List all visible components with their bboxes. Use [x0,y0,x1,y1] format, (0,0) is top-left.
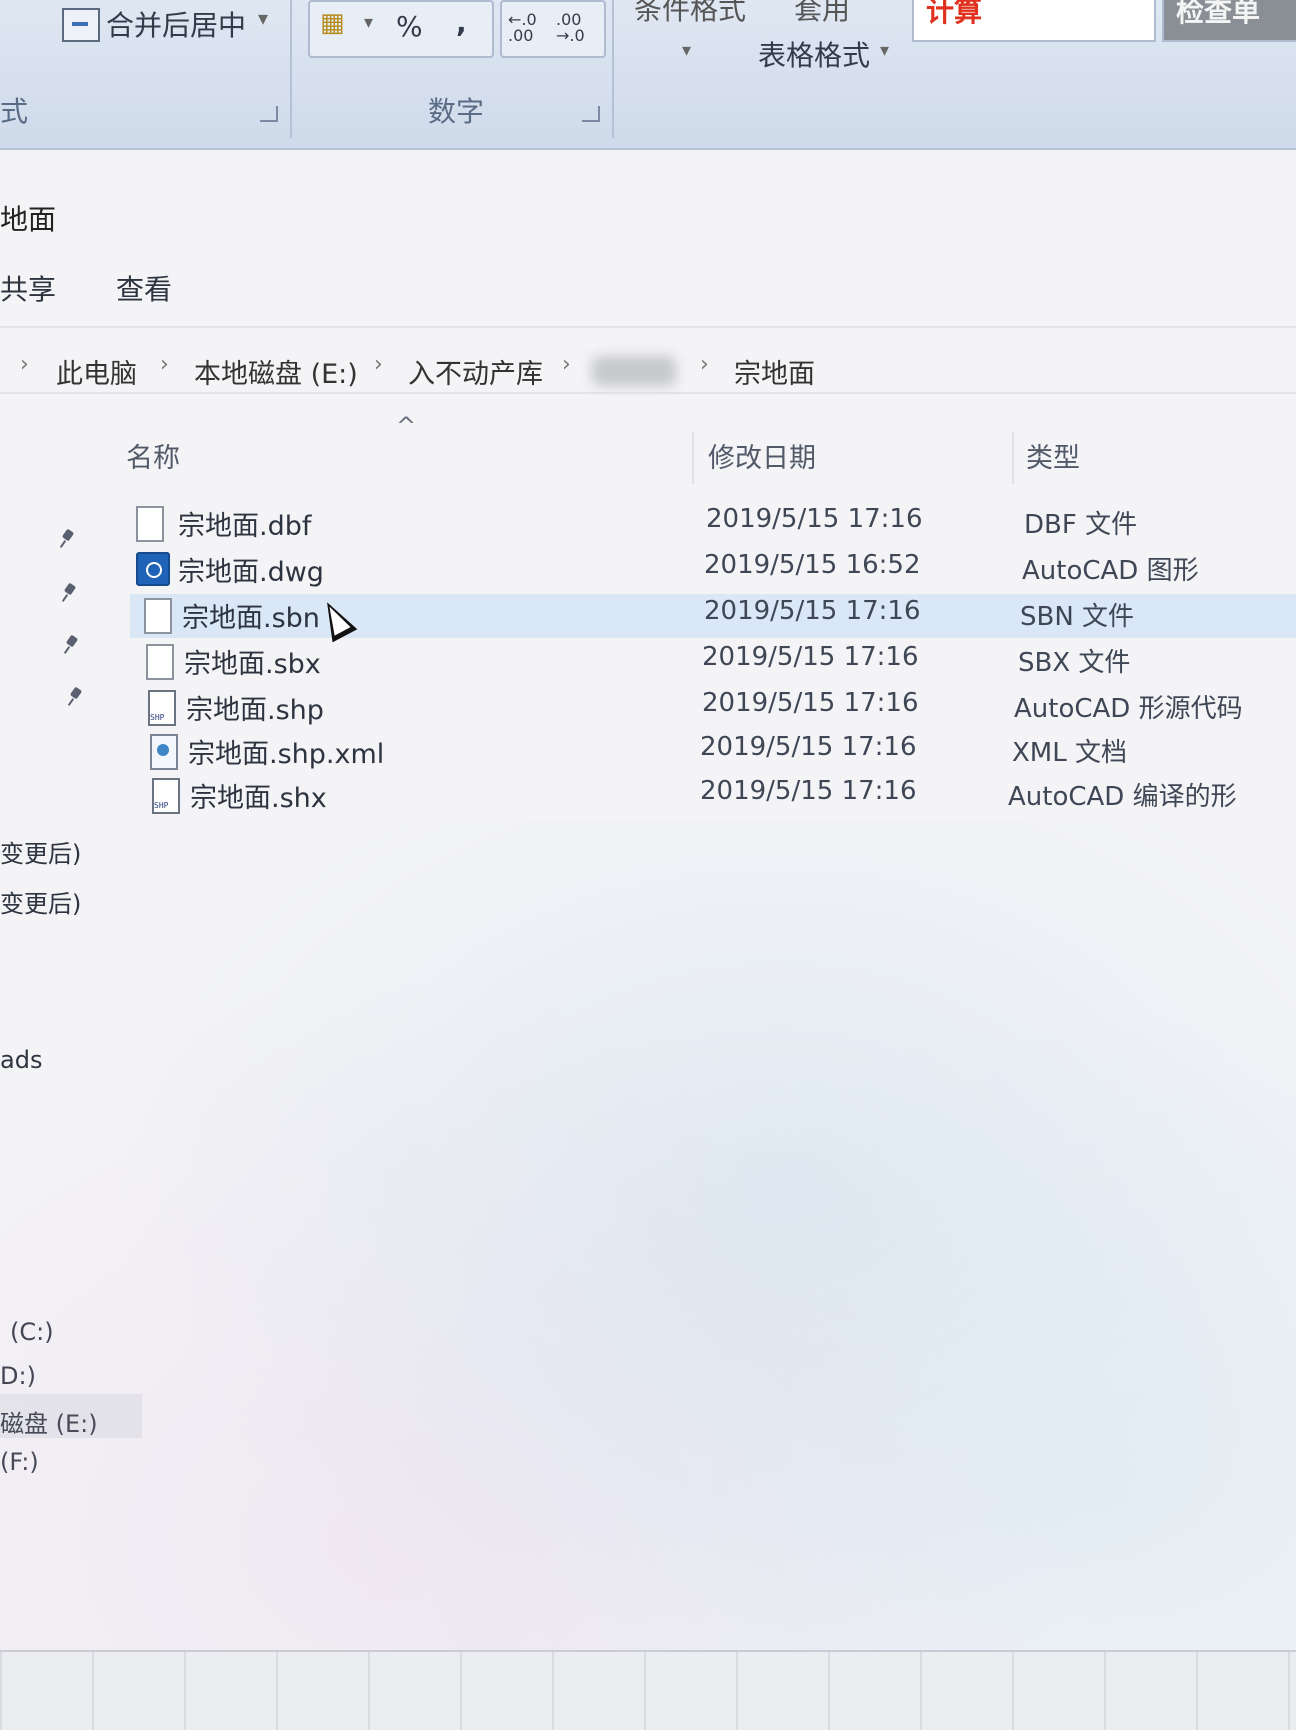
file-name: 宗地面.sbx [184,649,321,680]
menu-share[interactable]: 共享 [0,268,56,308]
file-name: 宗地面.shp [186,695,324,726]
breadcrumb-separator-icon: › [160,352,169,377]
alignment-group-label: 式 [0,95,29,128]
window-title: 地面 [0,203,57,236]
breadcrumb-folder-library[interactable]: 入不动产库 [408,352,543,391]
menu-view[interactable]: 查看 [116,268,172,308]
pin-icon[interactable] [60,530,76,546]
decimal-box: ←.0 .00 .00 →.0 [500,0,606,58]
file-type: SBX 文件 [1018,648,1131,678]
file-type: AutoCAD 形源代码 [1014,694,1243,724]
decrease-decimal-button[interactable]: .00 →.0 [556,12,600,44]
style-check-label: 检查单 [1176,0,1261,28]
style-calc-label: 计算 [926,0,983,28]
merge-dropdown-icon[interactable]: ▾ [258,6,268,30]
xml-file-icon [150,734,178,770]
nav-drive-f[interactable]: (F:) [0,1448,39,1476]
styles-group: 条件格式 ▾ 套用 表格格式 ▾ [622,0,902,138]
alignment-launcher-icon[interactable] [260,106,278,122]
file-row-shp-xml[interactable]: 宗地面.shp.xml 2019/5/15 17:16 XML 文档 [130,730,1296,774]
file-date: 2019/5/15 17:16 [700,732,917,762]
file-row-shx[interactable]: 宗地面.shx 2019/5/15 17:16 AutoCAD 编译的形 [130,774,1296,818]
screen-moire-overlay [0,820,1296,1720]
breadcrumb-separator-icon: › [374,352,383,377]
breadcrumb-separator-icon: › [562,352,571,377]
file-row-sbn[interactable]: 宗地面.sbn 2019/5/15 17:16 SBN 文件 [130,594,1296,638]
file-row-shp[interactable]: 宗地面.shp 2019/5/15 17:16 AutoCAD 形源代码 [130,686,1296,730]
table-format-label[interactable]: 表格格式 [758,34,870,74]
file-name: 宗地面.dbf [178,511,312,542]
nav-drive-d[interactable]: D:) [0,1362,36,1390]
accounting-dropdown-icon[interactable]: ▾ [364,12,373,33]
nav-drive-c[interactable]: (C:) [10,1318,54,1346]
breadcrumb-redacted-folder[interactable] [592,356,676,386]
file-type: AutoCAD 编译的形 [1008,782,1237,812]
number-launcher-icon[interactable] [582,106,600,122]
number-group-label: 数字 [427,95,484,128]
alignment-group: 合并后居中 ▾ 式 [0,0,292,138]
nav-recent-item[interactable]: 变更后) [0,884,81,919]
file-name: 宗地面.shp.xml [188,739,385,770]
blank-file-icon [146,644,174,680]
pin-icon[interactable] [68,688,84,704]
sort-ascending-icon: ^ [396,412,417,440]
breadcrumb-current-folder[interactable]: 宗地面 [734,352,815,391]
breadcrumb-separator-icon: › [700,352,709,377]
style-check-cell[interactable]: 检查单 [1162,0,1296,42]
table-format-dropdown-icon[interactable]: ▾ [880,40,889,61]
file-row-dbf[interactable]: 宗地面.dbf 2019/5/15 17:16 DBF 文件 [130,502,1296,546]
percent-button[interactable]: % [396,10,423,43]
shx-file-icon [152,778,180,814]
file-type: AutoCAD 图形 [1022,556,1199,586]
pin-icon[interactable] [64,636,80,652]
nav-drive-e[interactable]: 磁盘 (E:) [0,1404,98,1439]
file-row-dwg[interactable]: 宗地面.dwg 2019/5/15 16:52 AutoCAD 图形 [130,548,1296,592]
file-date: 2019/5/15 16:52 [704,550,921,580]
format-as-table-button[interactable]: 套用 [794,0,850,28]
excel-ribbon: 合并后居中 ▾ 式 ▦ ▾ % , ←.0 .00 .00 →.0 数字 条件格… [0,0,1296,150]
column-header-type[interactable]: 类型 [1026,436,1080,475]
breadcrumb-drive-e[interactable]: 本地磁盘 (E:) [194,352,358,391]
merge-center-icon [62,8,100,42]
accounting-format-icon[interactable]: ▦ [320,8,345,38]
autocad-drawing-icon [136,552,170,586]
file-name: 宗地面.sbn [182,603,320,634]
file-name: 宗地面.dwg [178,557,324,588]
file-date: 2019/5/15 17:16 [704,596,921,626]
breadcrumb-separator-icon: › [20,352,29,377]
file-date: 2019/5/15 17:16 [700,776,917,806]
conditional-format-dropdown-icon[interactable]: ▾ [682,40,691,61]
excel-grid-background [0,1650,1296,1730]
style-calc-cell[interactable]: 计算 [912,0,1156,42]
file-type: XML 文档 [1012,738,1127,768]
file-date: 2019/5/15 17:16 [702,688,919,718]
number-group: ▦ ▾ % , ←.0 .00 .00 →.0 数字 [300,0,614,138]
conditional-format-button[interactable]: 条件格式 [634,0,746,28]
column-divider[interactable] [1012,432,1014,484]
column-divider[interactable] [692,432,694,484]
column-header-modified[interactable]: 修改日期 [708,436,816,475]
blank-file-icon [136,506,164,542]
comma-button[interactable]: , [456,6,467,39]
nav-recent-item[interactable]: 变更后) [0,834,81,869]
merge-center-button[interactable]: 合并后居中 [106,4,246,44]
pin-icon[interactable] [62,584,78,600]
file-date: 2019/5/15 17:16 [706,504,923,534]
nav-downloads[interactable]: ads [0,1046,42,1074]
file-type: SBN 文件 [1020,602,1135,632]
number-format-box: ▦ ▾ % , [308,0,494,58]
column-header-name[interactable]: 名称 [126,436,180,475]
increase-decimal-button[interactable]: ←.0 .00 [508,12,552,44]
file-date: 2019/5/15 17:16 [702,642,919,672]
file-name: 宗地面.shx [190,783,327,814]
file-row-sbx[interactable]: 宗地面.sbx 2019/5/15 17:16 SBX 文件 [130,640,1296,684]
file-type: DBF 文件 [1024,510,1138,540]
blank-file-icon [144,598,172,634]
breadcrumb-this-pc[interactable]: 此电脑 [56,352,137,391]
shp-file-icon [148,690,176,726]
